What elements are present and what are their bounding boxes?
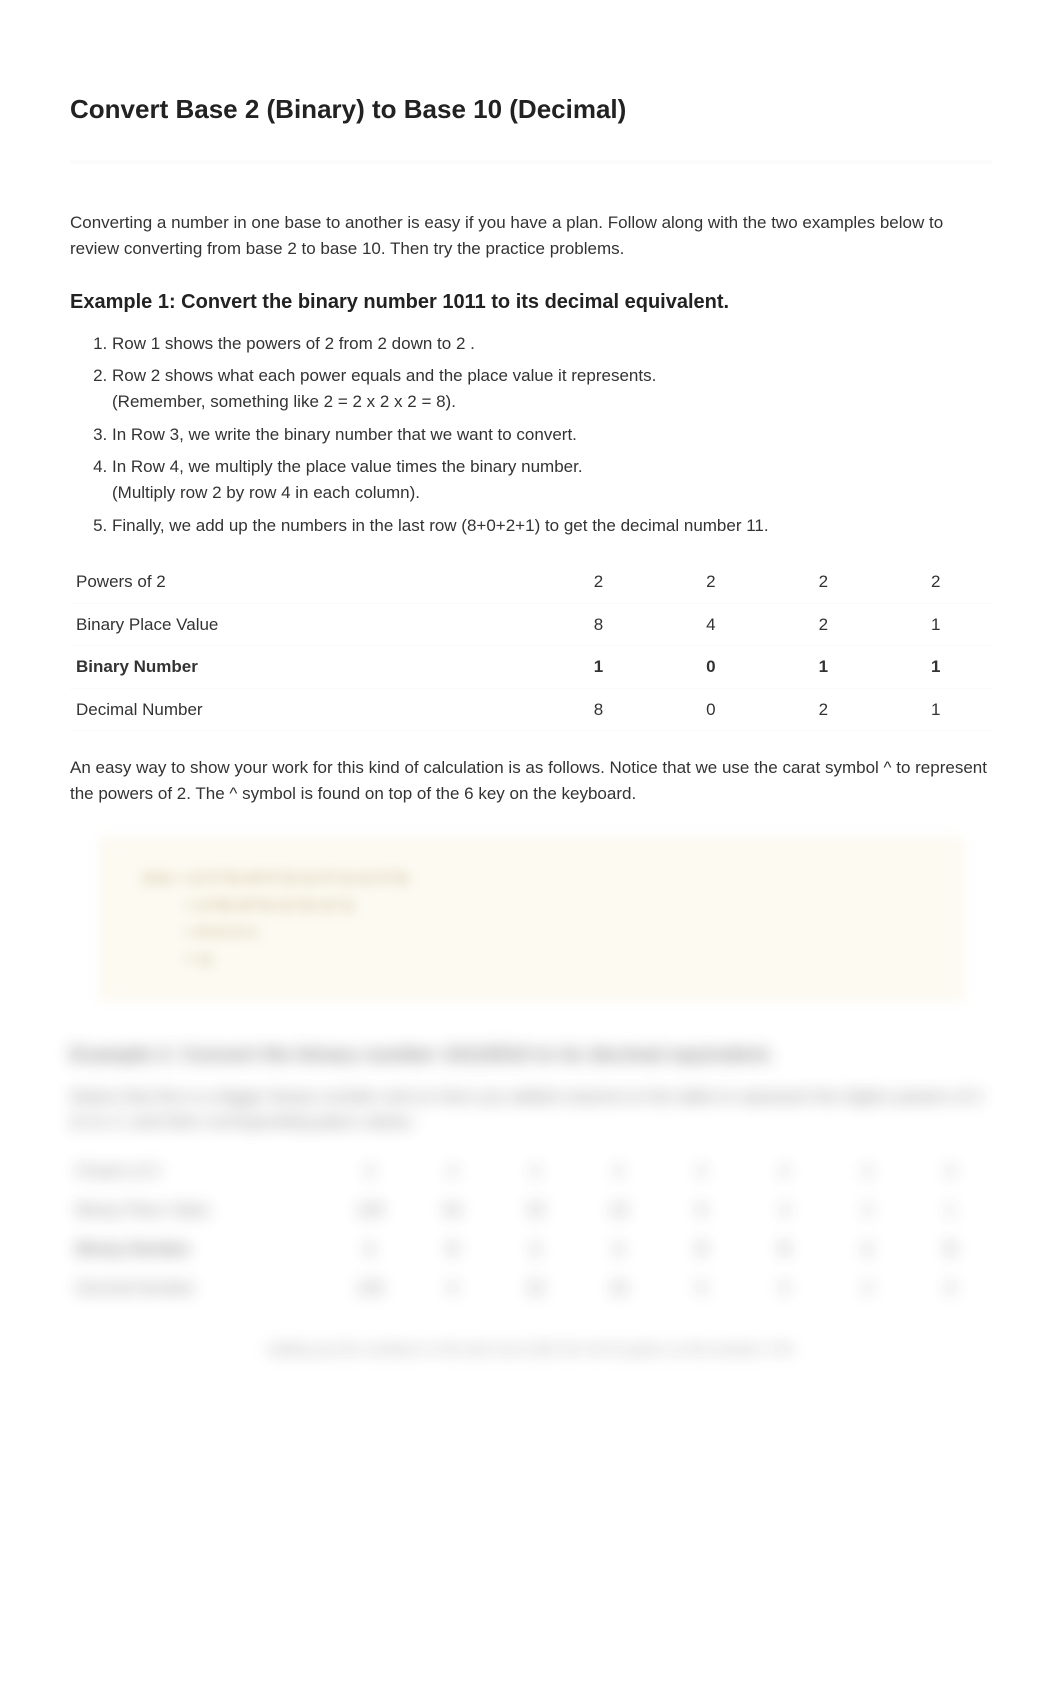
cell: 2 [767,688,879,731]
cell: 1 [767,646,879,689]
page-title: Convert Base 2 (Binary) to Base 10 (Deci… [70,90,992,129]
row-label: Powers of 2 [70,561,542,603]
cell: 8 [542,603,654,646]
cell: 0 [411,1269,494,1308]
cell: 0 [655,688,767,731]
step-2-line2: (Remember, something like 2 = 2 x 2 x 2 … [112,389,992,415]
step-3: In Row 3, we write the binary number tha… [112,422,992,448]
table-row: Decimal Number 128 0 32 16 0 0 2 0 [70,1269,992,1308]
cell: 1 [880,646,992,689]
table-row: Binary Place Value 8 4 2 1 [70,603,992,646]
divider [70,159,992,165]
cell: 2 [826,1153,909,1192]
cell: 1 [880,603,992,646]
intro-paragraph: Converting a number in one base to anoth… [70,210,992,263]
cell: 0 [743,1269,826,1308]
row-label: Decimal Number [70,688,542,731]
cell: 0 [743,1230,826,1269]
cell: 2 [660,1153,743,1192]
example2-table: Powers of 2 2 2 2 2 2 2 2 2 Binary Place… [70,1153,992,1309]
example2-heading: Example 2: Convert the binary number 101… [70,1040,992,1070]
cell: 1 [577,1230,660,1269]
step-5: Finally, we add up the numbers in the la… [112,513,992,539]
work-shown-box: 1011 = (1*2^3)+(0*2^2)+(1*2^1)+(1*2^0) =… [100,838,962,1000]
cell: 16 [577,1191,660,1230]
table-row: Powers of 2 2 2 2 2 [70,561,992,603]
example1-explain: An easy way to show your work for this k… [70,755,992,808]
cell: 0 [660,1269,743,1308]
cell: 32 [494,1191,577,1230]
cell: 128 [328,1269,411,1308]
cell: 8 [542,688,654,731]
cell: 1 [328,1230,411,1269]
step-4-line2: (Multiply row 2 by row 4 in each column)… [112,480,992,506]
example1-heading: Example 1: Convert the binary number 101… [70,287,992,317]
cell: 2 [577,1153,660,1192]
cell: 4 [743,1191,826,1230]
table-row: Powers of 2 2 2 2 2 2 2 2 2 [70,1153,992,1192]
cell: 2 [826,1269,909,1308]
row-label: Decimal Number [70,1269,328,1308]
cell: 2 [542,561,654,603]
table-row-binary: Binary Number 1 0 1 1 0 0 1 0 [70,1230,992,1269]
example2-blurred: Example 2: Convert the binary number 101… [70,1040,992,1309]
cell: 2 [655,561,767,603]
table-row: Binary Place Value 128 64 32 16 8 4 2 1 [70,1191,992,1230]
step-1: Row 1 shows the powers of 2 from 2 down … [112,331,992,357]
cell: 1 [826,1230,909,1269]
step-4: In Row 4, we multiply the place value ti… [112,454,992,507]
cell: 0 [411,1230,494,1269]
example1-steps: Row 1 shows the powers of 2 from 2 down … [70,331,992,539]
example1-table: Powers of 2 2 2 2 2 Binary Place Value 8… [70,561,992,731]
cell: 2 [767,561,879,603]
cell: 2 [411,1153,494,1192]
row-label: Binary Number [70,1230,328,1269]
code-line: = 11 [141,946,921,973]
step-4-line1: In Row 4, we multiply the place value ti… [112,457,583,476]
cell: 64 [411,1191,494,1230]
cell: 2 [826,1191,909,1230]
cell: 2 [767,603,879,646]
step-2: Row 2 shows what each power equals and t… [112,363,992,416]
cell: 1 [880,688,992,731]
cell: 2 [743,1153,826,1192]
cell: 0 [909,1269,992,1308]
code-line: = 8+0+2+1 [141,919,921,946]
cell: 2 [494,1153,577,1192]
table-row: Decimal Number 8 0 2 1 [70,688,992,731]
code-line: 1011 = (1*2^3)+(0*2^2)+(1*2^1)+(1*2^0) [141,865,921,892]
cell: 1 [542,646,654,689]
cell: 128 [328,1191,411,1230]
row-label: Binary Number [70,646,542,689]
row-label: Binary Place Value [70,1191,328,1230]
row-label: Powers of 2 [70,1153,328,1192]
row-label: Binary Place Value [70,603,542,646]
cell: 16 [577,1269,660,1308]
cell: 0 [655,646,767,689]
cell: 2 [880,561,992,603]
cell: 1 [909,1191,992,1230]
cell: 0 [909,1230,992,1269]
step-2-line1: Row 2 shows what each power equals and t… [112,366,656,385]
table-row-binary: Binary Number 1 0 1 1 [70,646,992,689]
cell: 4 [655,603,767,646]
cell: 0 [660,1230,743,1269]
code-line: = (1*8)+(0*4)+(1*2)+(1*1) [141,892,921,919]
cell: 32 [494,1269,577,1308]
cell: 8 [660,1191,743,1230]
cell: 1 [494,1230,577,1269]
example2-intro: Notice that this is a bigger binary numb… [70,1084,992,1135]
cell: 2 [909,1153,992,1192]
example2-footer: Adding up the numbers in the last row (1… [70,1339,992,1362]
cell: 2 [328,1153,411,1192]
